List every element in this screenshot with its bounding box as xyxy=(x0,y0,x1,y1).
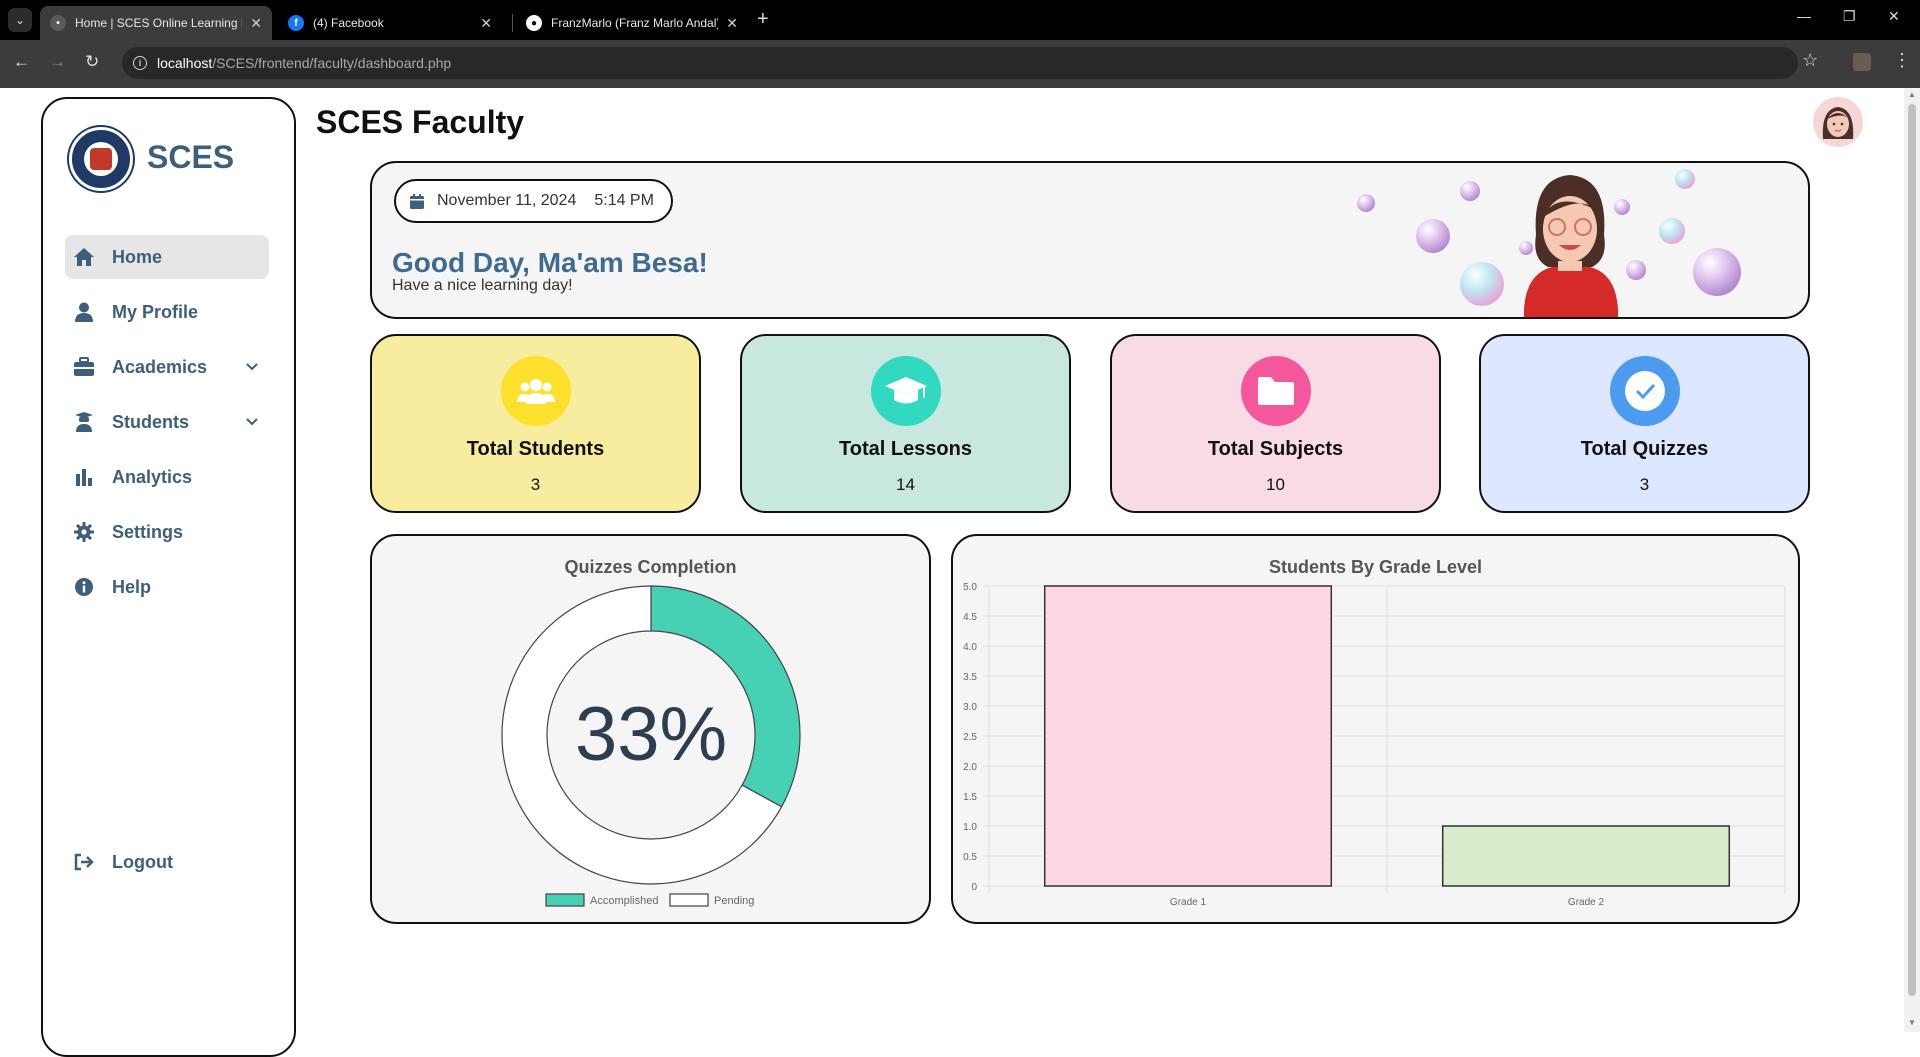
y-tick-label: 5.0 xyxy=(963,582,977,593)
stat-value: 3 xyxy=(530,475,541,494)
minimize-button[interactable]: — xyxy=(1797,8,1811,24)
y-tick-label: 4.5 xyxy=(963,612,977,623)
chevron-down-icon[interactable] xyxy=(245,359,259,377)
sidebar-item-analytics[interactable]: Analytics xyxy=(65,455,269,499)
tab-search-button[interactable]: ⌄ xyxy=(8,8,32,32)
scroll-down-arrow-icon[interactable]: ▼ xyxy=(1908,1018,1916,1027)
stat-value: 3 xyxy=(1639,475,1650,494)
stat-value: 14 xyxy=(896,475,915,494)
y-tick-label: 2.0 xyxy=(963,762,977,773)
quizzes-donut-chart: 33% Accomplished Pending xyxy=(501,585,801,907)
logout-icon xyxy=(73,853,95,871)
github-icon: ● xyxy=(526,15,542,31)
tab-divider xyxy=(512,14,513,32)
quizzes-completion-panel: Quizzes Completion 33% Accomplished Pendin… xyxy=(370,534,931,924)
sidebar-item-help[interactable]: Help xyxy=(65,565,269,609)
school-logo xyxy=(69,127,133,191)
check-circle-icon xyxy=(1609,356,1680,426)
teacher-illustration xyxy=(1357,169,1741,317)
chevron-down-icon[interactable] xyxy=(245,414,259,432)
y-tick-label: 0.5 xyxy=(963,852,977,863)
logout-button[interactable]: Logout xyxy=(65,840,269,884)
y-tick-label: 0 xyxy=(971,882,977,893)
close-window-button[interactable]: ✕ xyxy=(1888,8,1900,25)
reload-button[interactable]: ↻ xyxy=(85,52,99,72)
bookmark-star-icon[interactable]: ☆ xyxy=(1802,50,1818,71)
new-tab-button[interactable]: + xyxy=(757,8,769,31)
x-tick-label: Grade 1 xyxy=(1170,897,1207,908)
sidebar: SCES Home My Profile Academics Students xyxy=(41,97,296,1057)
sces-favicon-icon: • xyxy=(50,15,66,31)
bar-grade-2[interactable] xyxy=(1441,825,1731,887)
legend-label-accomplished[interactable]: Accomplished xyxy=(590,895,658,907)
sidebar-item-home[interactable]: Home xyxy=(65,235,269,279)
sidebar-item-students[interactable]: Students xyxy=(65,400,269,444)
back-button[interactable]: ← xyxy=(13,52,30,72)
restore-button[interactable]: ❐ xyxy=(1843,8,1856,25)
close-tab-icon[interactable]: ✕ xyxy=(250,15,262,32)
current-date: November 11, 2024 xyxy=(437,192,577,209)
y-tick-label: 1.0 xyxy=(963,822,977,833)
browser-tab-github[interactable]: ● FranzMarlo (Franz Marlo Andal) ✕ xyxy=(516,6,748,40)
scrollbar-thumb[interactable] xyxy=(1908,104,1916,996)
students-grade-bar-chart: 0 0.5 1.0 1.5 2.0 2.5 3.0 3.5 4.0 4.5 5.0 Grade 1 Gr… xyxy=(963,582,1786,908)
close-tab-icon[interactable]: ✕ xyxy=(480,15,492,32)
y-tick-label: 2.5 xyxy=(963,732,977,743)
page-title: SCES Faculty xyxy=(316,104,525,140)
facebook-icon: f xyxy=(288,15,304,31)
legend-swatch-accomplished[interactable] xyxy=(545,893,585,907)
user-icon xyxy=(73,302,95,322)
page-scrollbar[interactable]: ▲ ▼ xyxy=(1904,88,1920,1032)
brand-name: SCES xyxy=(147,139,235,175)
student-icon xyxy=(73,412,95,432)
browser-tab-facebook[interactable]: f (4) Facebook ✕ xyxy=(278,6,502,40)
y-tick-label: 3.5 xyxy=(963,672,977,683)
y-tick-label: 1.5 xyxy=(963,792,977,803)
graduation-cap-icon xyxy=(870,356,941,426)
forward-button[interactable]: → xyxy=(49,52,66,72)
y-tick-label: 4.0 xyxy=(963,642,977,653)
sidebar-item-academics[interactable]: Academics xyxy=(65,345,269,389)
home-icon xyxy=(73,247,95,267)
browser-tab-bar: ⌄ • Home | SCES Online Learning P ✕ f (4… xyxy=(0,0,1920,40)
y-tick-label: 3.0 xyxy=(963,702,977,713)
users-icon xyxy=(500,356,571,426)
date-time-pill: November 11, 2024 5:14 PM xyxy=(394,179,673,223)
site-info-icon[interactable]: i xyxy=(133,56,147,70)
students-by-grade-panel: Students By Grade Level 0 0.5 1.0 1.5 2.0 2.5… xyxy=(951,534,1800,924)
browser-menu-icon[interactable]: ⋮ xyxy=(1893,50,1911,71)
sidebar-item-my-profile[interactable]: My Profile xyxy=(65,290,269,334)
avatar[interactable] xyxy=(1813,97,1863,147)
scroll-up-arrow-icon[interactable]: ▲ xyxy=(1908,90,1916,99)
bar-chart-icon xyxy=(73,468,95,486)
briefcase-icon xyxy=(73,357,95,377)
legend-label-pending[interactable]: Pending xyxy=(714,895,754,907)
extension-icon[interactable] xyxy=(1853,53,1871,71)
x-tick-label: Grade 2 xyxy=(1568,897,1605,908)
close-tab-icon[interactable]: ✕ xyxy=(726,15,738,32)
info-icon xyxy=(73,577,95,597)
stat-card-subjects[interactable]: Total Subjects 10 xyxy=(1110,334,1441,513)
current-time: 5:14 PM xyxy=(594,192,654,209)
bar-grade-1[interactable] xyxy=(1043,585,1333,887)
legend-swatch-pending[interactable] xyxy=(669,893,709,907)
folder-icon xyxy=(1240,356,1311,426)
stat-value: 10 xyxy=(1266,475,1285,494)
browser-tab-home[interactable]: • Home | SCES Online Learning P ✕ xyxy=(40,6,272,40)
greeting-heading: Good Day, Ma'am Besa! xyxy=(392,247,708,278)
stat-card-students[interactable]: Total Students 3 xyxy=(370,334,701,513)
sidebar-item-settings[interactable]: Settings xyxy=(65,510,269,554)
stat-card-quizzes[interactable]: Total Quizzes 3 xyxy=(1479,334,1810,513)
stat-card-lessons[interactable]: Total Lessons 14 xyxy=(740,334,1071,513)
greeting-subtitle: Have a nice learning day! xyxy=(392,277,573,294)
calendar-icon xyxy=(410,193,424,209)
donut-center-label: 33% xyxy=(575,692,727,777)
welcome-banner: November 11, 2024 5:14 PM Good Day, Ma'a… xyxy=(370,161,1810,319)
url-text[interactable]: localhost/SCES/frontend/faculty/dashboar… xyxy=(157,55,451,71)
gear-icon xyxy=(73,522,95,542)
